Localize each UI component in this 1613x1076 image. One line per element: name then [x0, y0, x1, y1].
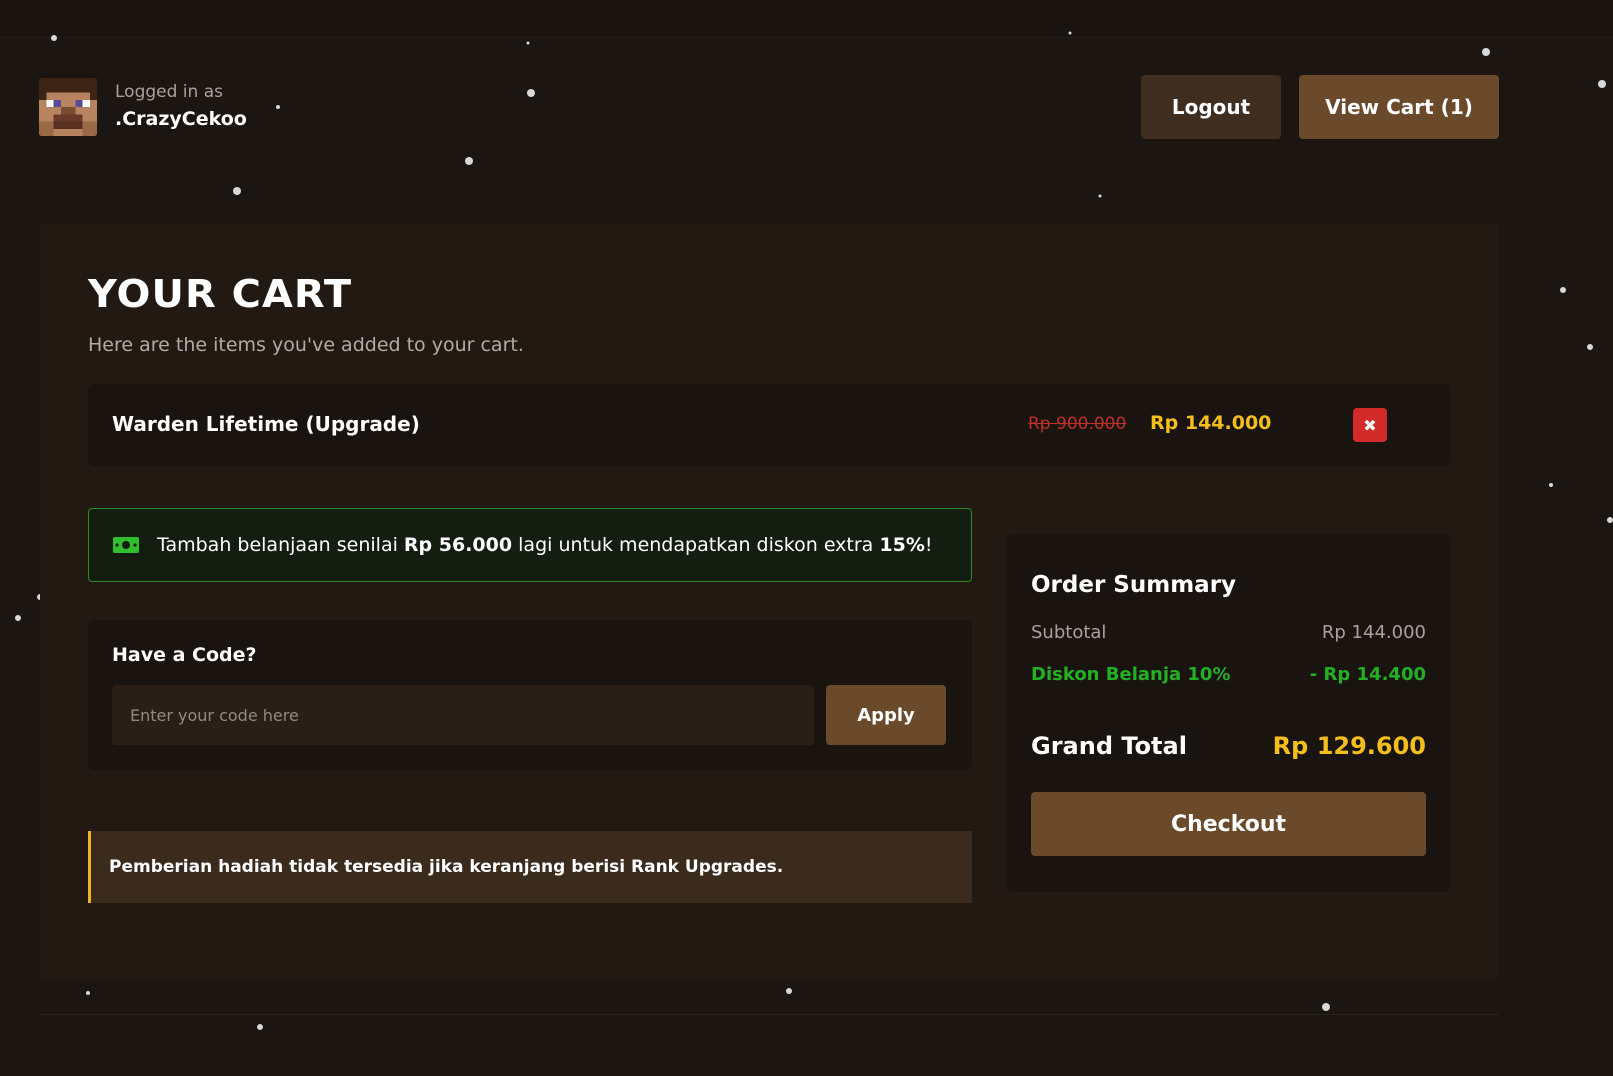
avatar	[39, 78, 97, 136]
gift-warning-notice: Pemberian hadiah tidak tersedia jika ker…	[88, 831, 972, 903]
top-banner-strip	[0, 0, 1613, 38]
order-summary-title: Order Summary	[1031, 572, 1237, 598]
promo-banner: Tambah belanjaan senilai Rp 56.000 lagi …	[88, 508, 972, 582]
item-name: Warden Lifetime (Upgrade)	[112, 412, 420, 436]
checkout-button[interactable]: Checkout	[1031, 792, 1426, 856]
logout-button[interactable]: Logout	[1141, 75, 1281, 139]
subtotal-label: Subtotal	[1031, 622, 1107, 643]
promo-code-box: Have a Code? Apply	[88, 620, 972, 770]
close-icon: ✖	[1363, 415, 1377, 435]
subtotal-row: Subtotal Rp 144.000	[1031, 622, 1426, 643]
warning-text: Pemberian hadiah tidak tersedia jika ker…	[109, 857, 784, 877]
cash-icon	[113, 537, 139, 553]
discount-label: Diskon Belanja 10%	[1031, 664, 1231, 685]
grand-total-row: Grand Total Rp 129.600	[1031, 732, 1426, 760]
footer-divider	[40, 1014, 1499, 1015]
grand-total-value: Rp 129.600	[1272, 732, 1426, 760]
remove-item-button[interactable]: ✖	[1353, 408, 1387, 442]
discount-row: Diskon Belanja 10% - Rp 14.400	[1031, 664, 1426, 685]
subtotal-value: Rp 144.000	[1321, 622, 1426, 643]
cart-item-row: Warden Lifetime (Upgrade) Rp 900.000 Rp …	[88, 384, 1450, 466]
page-title: YOUR CART	[88, 272, 353, 316]
grand-total-label: Grand Total	[1031, 732, 1187, 760]
page-subtitle: Here are the items you've added to your …	[88, 334, 524, 356]
user-info: Logged in as .CrazyCekoo	[39, 78, 247, 136]
item-price: Rp 144.000	[1150, 412, 1272, 434]
username: .CrazyCekoo	[115, 108, 247, 130]
discount-value: - Rp 14.400	[1309, 664, 1426, 685]
item-original-price: Rp 900.000	[1028, 414, 1127, 434]
view-cart-button[interactable]: View Cart (1)	[1299, 75, 1499, 139]
promo-text: Tambah belanjaan senilai Rp 56.000 lagi …	[157, 534, 933, 556]
logged-in-label: Logged in as	[115, 82, 223, 102]
player-head-icon	[39, 78, 97, 136]
code-title: Have a Code?	[112, 644, 257, 666]
promo-code-input[interactable]	[112, 685, 814, 745]
apply-button[interactable]: Apply	[826, 685, 946, 745]
order-summary: Order Summary Subtotal Rp 144.000 Diskon…	[1007, 534, 1450, 892]
